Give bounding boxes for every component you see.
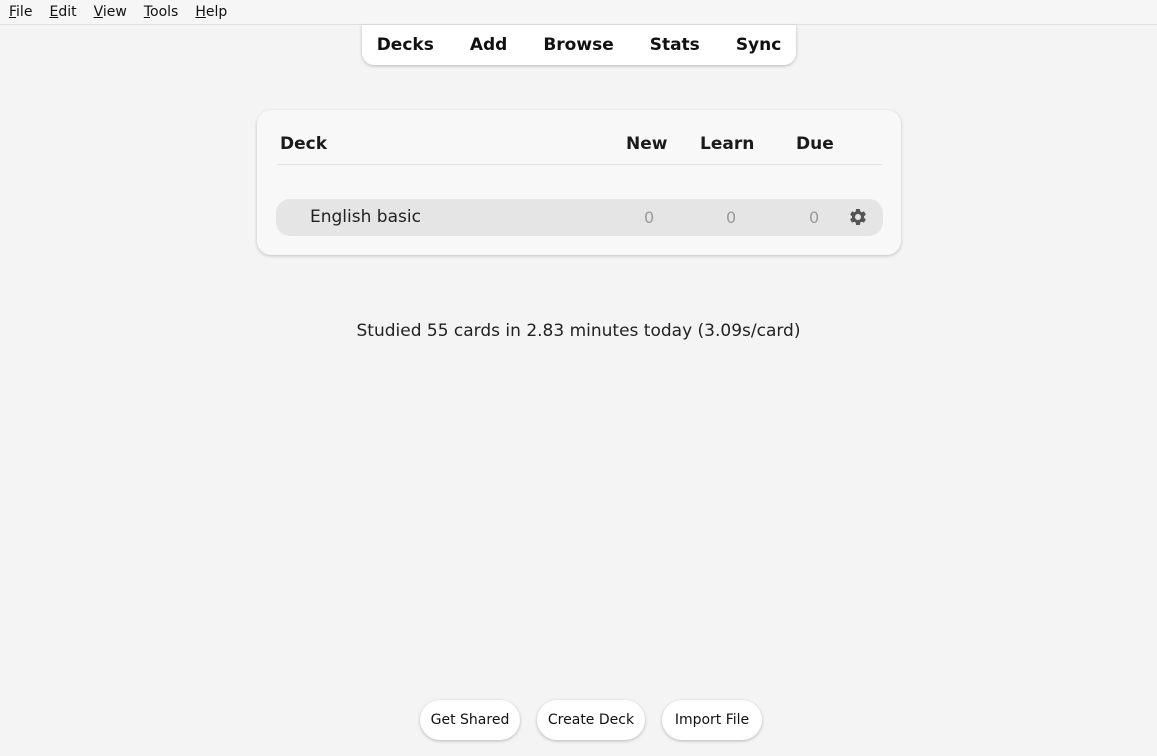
create-deck-button[interactable]: Create Deck — [537, 700, 645, 740]
gear-icon[interactable] — [848, 207, 868, 227]
browse-button[interactable]: Browse — [525, 35, 631, 55]
menu-help-rest: elp — [205, 4, 228, 20]
menu-help-accel: H — [195, 4, 206, 20]
menu-view-accel: V — [93, 4, 103, 20]
main-toolbar: Decks Add Browse Stats Sync — [362, 25, 796, 65]
menu-bar: File Edit View Tools Help — [0, 0, 1157, 25]
deck-due-count: 0 — [809, 208, 820, 227]
decks-button[interactable]: Decks — [359, 35, 452, 55]
deck-new-count: 0 — [644, 208, 655, 227]
header-deck: Deck — [280, 134, 328, 154]
deck-name-link[interactable]: English basic — [310, 207, 421, 227]
menu-file-rest: ile — [16, 4, 33, 20]
menu-edit-accel: E — [49, 4, 59, 20]
deck-learn-count: 0 — [726, 208, 737, 227]
header-new: New — [626, 134, 668, 154]
menu-edit[interactable]: Edit — [40, 0, 84, 24]
header-due: Due — [796, 134, 834, 154]
add-button[interactable]: Add — [452, 35, 526, 55]
stats-button[interactable]: Stats — [632, 35, 718, 55]
study-summary: Studied 55 cards in 2.83 minutes today (… — [356, 321, 801, 341]
menu-tools[interactable]: Tools — [135, 0, 187, 24]
deck-list-panel: Deck New Learn Due English basic 0 0 0 — [257, 110, 901, 255]
deck-row: English basic 0 0 0 — [276, 199, 883, 236]
menu-help[interactable]: Help — [186, 0, 235, 24]
menu-edit-rest: dit — [58, 4, 77, 20]
import-file-button[interactable]: Import File — [662, 700, 762, 740]
get-shared-button[interactable]: Get Shared — [420, 700, 520, 740]
menu-file[interactable]: File — [0, 0, 40, 24]
menu-file-accel: F — [9, 4, 17, 20]
menu-view-rest: iew — [102, 4, 127, 20]
menu-tools-rest: ools — [150, 4, 179, 20]
deck-table-header: Deck New Learn Due — [277, 132, 882, 165]
sync-button[interactable]: Sync — [718, 35, 800, 55]
header-learn: Learn — [700, 134, 755, 154]
menu-view[interactable]: View — [85, 0, 135, 24]
